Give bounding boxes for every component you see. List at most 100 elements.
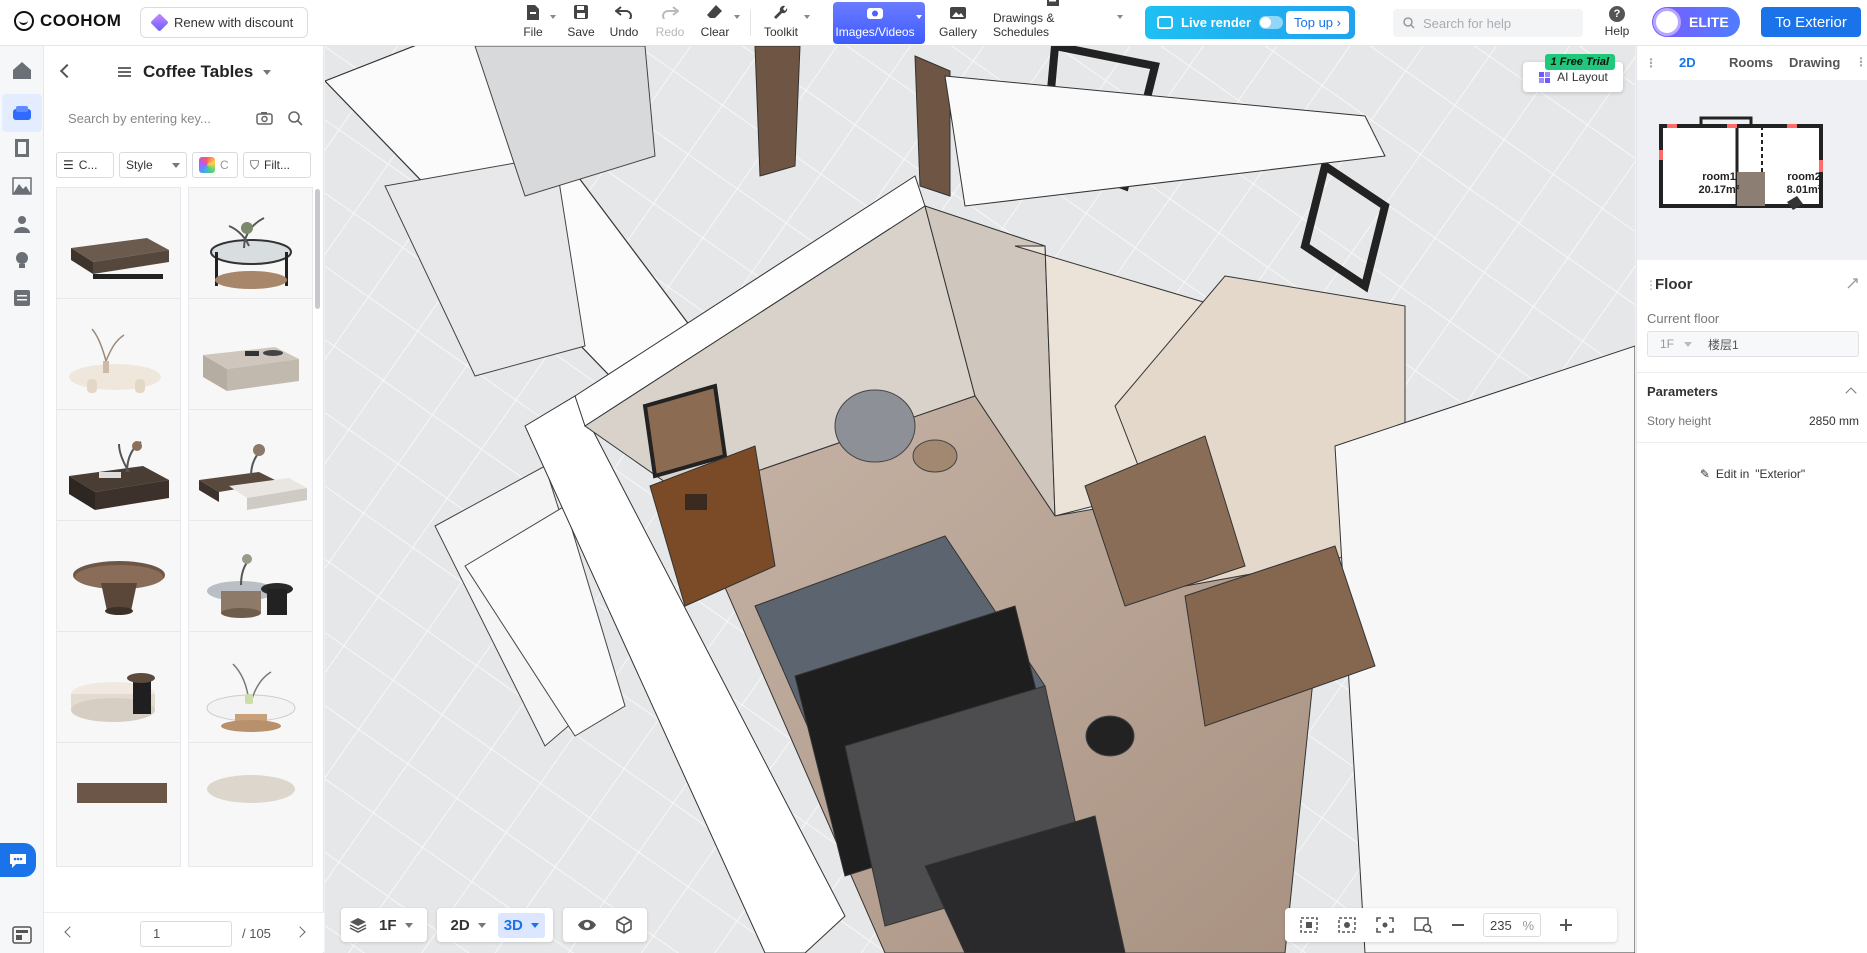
file-menu-button[interactable]: File	[520, 2, 556, 44]
drag-handle-icon[interactable]: ⋮	[1645, 56, 1657, 70]
door-window-icon[interactable]	[10, 136, 34, 160]
drawings-schedules-button[interactable]: Drawings & Schedules	[993, 0, 1123, 44]
catalog-scrollbar[interactable]	[315, 189, 320, 309]
catalog-search-input[interactable]: Search by entering key...	[56, 98, 314, 138]
next-page-chevron-icon[interactable]	[294, 926, 306, 938]
panel-more-icon[interactable]: ⋮	[1855, 55, 1867, 69]
product-card[interactable]	[188, 742, 313, 867]
chat-support-button[interactable]	[0, 843, 36, 877]
focus-icon[interactable]	[1375, 916, 1395, 934]
tab-rooms[interactable]: Rooms	[1729, 55, 1773, 70]
help-search-input[interactable]: Search for help	[1393, 9, 1583, 37]
lighting-icon[interactable]	[10, 248, 34, 272]
product-card[interactable]	[188, 409, 313, 534]
product-card[interactable]	[188, 520, 313, 645]
free-trial-badge: 1 Free Trial	[1544, 54, 1615, 70]
fit-selection-icon[interactable]	[1299, 916, 1319, 934]
redo-icon	[659, 3, 681, 21]
pencil-icon: ✎	[1699, 467, 1710, 481]
floor-selector[interactable]: 1F	[341, 908, 427, 942]
redo-button[interactable]: Redo	[655, 2, 685, 44]
landscape-icon[interactable]	[10, 174, 34, 198]
live-render-toggle[interactable]	[1259, 16, 1284, 29]
people-icon[interactable]	[10, 212, 34, 236]
app-name: COOHOM	[40, 11, 122, 30]
coffee-table-thumbnail	[69, 328, 161, 393]
tab-drawing[interactable]: Drawing	[1789, 55, 1840, 70]
mode-3d-option[interactable]: 3D	[497, 912, 545, 938]
save-button[interactable]: Save	[566, 2, 596, 44]
product-card[interactable]	[56, 409, 181, 534]
floor-label: 1F	[379, 916, 397, 934]
renew-discount-button[interactable]: Renew with discount	[140, 7, 309, 38]
product-card[interactable]	[56, 520, 181, 645]
zoom-in-icon[interactable]	[1559, 918, 1573, 932]
eye-icon[interactable]	[577, 918, 597, 932]
undo-button[interactable]: Undo	[608, 2, 640, 44]
to-exterior-button[interactable]: To Exterior	[1761, 7, 1861, 37]
parameters-section-header[interactable]: Parameters	[1637, 381, 1867, 411]
gallery-label: Gallery	[938, 25, 977, 39]
product-card[interactable]	[188, 187, 313, 312]
camera-settings-icon[interactable]	[1337, 916, 1357, 934]
layout-panel-icon[interactable]	[10, 923, 34, 947]
parameters-title: Parameters	[1647, 384, 1718, 399]
house-icon[interactable]	[10, 58, 34, 82]
product-card[interactable]	[188, 298, 313, 423]
page-number-input[interactable]: 1	[140, 921, 232, 947]
zoom-level-input[interactable]: 235 %	[1483, 913, 1541, 937]
category-filter-button[interactable]: ☰ C...	[56, 152, 114, 178]
gallery-button[interactable]: Gallery	[938, 2, 978, 44]
mode-2d-option[interactable]: 2D	[445, 913, 492, 938]
floor-plan-minimap[interactable]: room1 20.17m² room2 8.01m²	[1637, 80, 1867, 260]
top-up-button[interactable]: Top up ›	[1286, 11, 1349, 34]
help-label: Help	[1604, 24, 1630, 38]
toolkit-label: Toolkit	[763, 25, 798, 39]
help-button[interactable]: ? Help	[1600, 4, 1634, 38]
image-search-camera-icon[interactable]	[256, 111, 273, 125]
product-card[interactable]	[56, 631, 181, 756]
product-card[interactable]	[56, 742, 181, 867]
product-card[interactable]	[188, 631, 313, 756]
question-icon: ?	[1609, 6, 1625, 22]
previous-page-chevron-icon[interactable]	[64, 926, 76, 938]
ai-layout-button[interactable]: 1 Free Trial AI Layout	[1523, 54, 1623, 92]
zoom-region-icon[interactable]	[1413, 916, 1433, 934]
3d-viewport[interactable]: 1 Free Trial AI Layout 1F 2D 3D 235 %	[325, 46, 1635, 953]
mode-2d-label: 2D	[450, 916, 470, 934]
cabinet-icon[interactable]	[10, 286, 34, 310]
plan-tabs: ⋮ 2D Rooms Drawing ⋮	[1637, 46, 1867, 80]
current-floor-select[interactable]: 1F 楼层1	[1647, 331, 1859, 357]
expand-panel-icon[interactable]	[1847, 278, 1858, 289]
back-chevron-icon[interactable]	[59, 63, 75, 79]
elite-membership-button[interactable]: ELITE	[1652, 7, 1740, 37]
clear-button[interactable]: Clear	[700, 2, 740, 44]
wrench-icon	[770, 3, 792, 21]
zoom-unit: %	[1522, 917, 1534, 933]
tab-2d[interactable]: 2D	[1679, 55, 1696, 70]
product-card[interactable]	[56, 298, 181, 423]
search-icon[interactable]	[288, 111, 303, 126]
furniture-catalog-icon[interactable]	[10, 101, 34, 125]
ai-layout-label: AI Layout	[1557, 70, 1608, 84]
app-logo[interactable]: COOHOM	[14, 11, 121, 31]
style-filter-dropdown[interactable]: Style	[119, 152, 187, 178]
color-filter-dropdown[interactable]: C	[192, 152, 238, 178]
current-floor-label: Current floor	[1647, 311, 1720, 326]
product-card[interactable]	[56, 187, 181, 312]
zoom-out-icon[interactable]	[1451, 918, 1465, 932]
toolkit-button[interactable]: Toolkit	[762, 2, 810, 44]
more-filters-button[interactable]: ⛉ Filt...	[243, 152, 311, 178]
catalog-category-dropdown[interactable]: Coffee Tables	[118, 62, 272, 82]
list-icon	[118, 67, 131, 77]
edit-in-exterior-link[interactable]: ✎ Edit in "Exterior"	[1637, 467, 1867, 481]
images-videos-button[interactable]: Images/Videos	[833, 2, 925, 44]
minimap-room1-area: 20.17m²	[1699, 184, 1740, 196]
renew-label: Renew with discount	[174, 15, 294, 30]
pagination: 1 / 105	[44, 912, 324, 952]
catalog-filters: ☰ C... Style C ⛉ Filt...	[56, 152, 318, 178]
top-toolbar: COOHOM Renew with discount File Save Und…	[0, 0, 1867, 46]
3d-scene-render[interactable]	[325, 46, 1635, 953]
story-height-value[interactable]: 2850 mm	[1809, 414, 1859, 428]
cube-view-icon[interactable]	[615, 916, 633, 934]
